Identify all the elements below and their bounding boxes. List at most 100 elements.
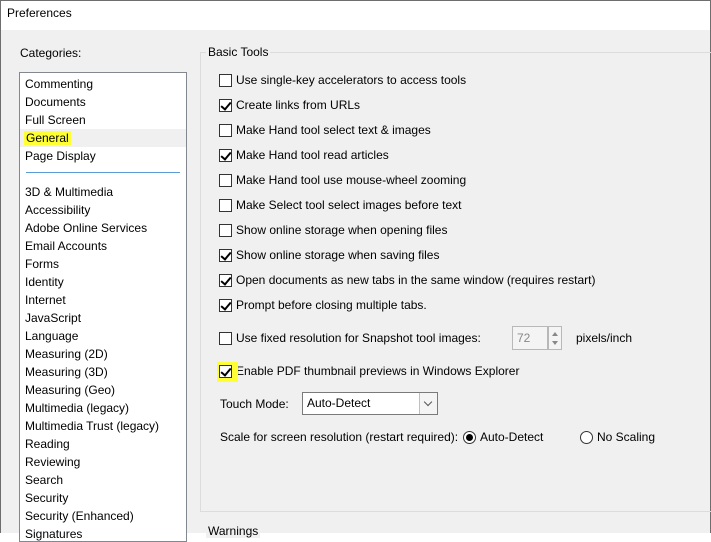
basic-tools-option[interactable]: Show online storage when saving files bbox=[219, 247, 439, 263]
option-checkbox[interactable] bbox=[219, 73, 232, 87]
snapshot-resolution-checkbox[interactable] bbox=[219, 331, 232, 345]
basic-tools-option[interactable]: Open documents as new tabs in the same w… bbox=[219, 272, 596, 288]
basic-tools-option[interactable]: Use single-key accelerators to access to… bbox=[219, 72, 466, 88]
touch-mode-select[interactable]: Auto-Detect bbox=[302, 392, 438, 415]
category-item-label: Documents bbox=[25, 95, 86, 109]
scale-no-scaling-label: No Scaling bbox=[597, 430, 656, 444]
category-item[interactable]: Forms bbox=[20, 255, 186, 273]
option-checkbox[interactable] bbox=[219, 273, 232, 287]
category-item-label: Reviewing bbox=[25, 455, 81, 469]
category-item-label: Accessibility bbox=[25, 203, 91, 217]
category-item[interactable]: General bbox=[20, 129, 186, 147]
category-item[interactable]: Language bbox=[20, 327, 186, 345]
snapshot-resolution-label: Use fixed resolution for Snapshot tool i… bbox=[236, 331, 481, 345]
category-item[interactable]: Adobe Online Services bbox=[20, 219, 186, 237]
category-item[interactable]: Internet bbox=[20, 291, 186, 309]
snapshot-resolution-option[interactable]: Use fixed resolution for Snapshot tool i… bbox=[219, 330, 481, 346]
category-item-label: Search bbox=[25, 473, 64, 487]
category-item[interactable]: Full Screen bbox=[20, 111, 186, 129]
categories-list[interactable]: Commenting Documents Full Screen General Pag… bbox=[19, 72, 187, 542]
snapshot-units-label: pixels/inch bbox=[576, 331, 633, 345]
scale-auto-detect-option[interactable]: Auto-Detect bbox=[463, 429, 543, 445]
option-checkbox[interactable] bbox=[219, 148, 232, 162]
category-item[interactable]: Reading bbox=[20, 435, 186, 453]
preferences-dialog: Preferences Categories: Commenting Docume… bbox=[0, 0, 711, 542]
category-item-label: Multimedia Trust (legacy) bbox=[25, 419, 160, 433]
scale-label: Scale for screen resolution (restart req… bbox=[220, 430, 459, 444]
scale-no-scaling-option[interactable]: No Scaling bbox=[580, 429, 655, 445]
category-item-label: Identity bbox=[25, 275, 64, 289]
basic-tools-title: Basic Tools bbox=[206, 45, 271, 59]
basic-tools-option[interactable]: Make Hand tool select text & images bbox=[219, 122, 431, 138]
basic-tools-option[interactable]: Make Hand tool use mouse-wheel zooming bbox=[219, 172, 466, 188]
category-item-label: Measuring (3D) bbox=[25, 365, 108, 379]
option-label: Make Hand tool use mouse-wheel zooming bbox=[236, 173, 467, 187]
basic-tools-option[interactable]: Prompt before closing multiple tabs. bbox=[219, 297, 427, 313]
option-checkbox[interactable] bbox=[219, 173, 232, 187]
touch-mode-value: Auto-Detect bbox=[307, 396, 371, 410]
category-item-label: Security bbox=[25, 491, 69, 505]
category-item[interactable]: Page Display bbox=[20, 147, 186, 165]
option-label: Open documents as new tabs in the same w… bbox=[236, 273, 596, 287]
warnings-title: Warnings bbox=[206, 524, 261, 538]
option-label: Make Hand tool select text & images bbox=[236, 123, 431, 137]
option-label: Prompt before closing multiple tabs. bbox=[236, 298, 427, 312]
scale-auto-detect-radio[interactable] bbox=[463, 430, 476, 444]
category-item[interactable]: Measuring (2D) bbox=[20, 345, 186, 363]
category-item[interactable]: Signatures bbox=[20, 525, 186, 541]
category-item-label: Internet bbox=[25, 293, 66, 307]
basic-tools-option[interactable]: Show online storage when opening files bbox=[219, 222, 447, 238]
snapshot-resolution-input[interactable]: 72 bbox=[512, 326, 548, 350]
category-item[interactable]: Security bbox=[20, 489, 186, 507]
option-label: Make Select tool select images before te… bbox=[236, 198, 462, 212]
categories-label: Categories: bbox=[20, 46, 82, 60]
option-checkbox[interactable] bbox=[219, 223, 232, 237]
category-item[interactable]: 3D & Multimedia bbox=[20, 183, 186, 201]
basic-tools-option[interactable]: Make Hand tool read articles bbox=[219, 147, 389, 163]
category-item[interactable]: Measuring (Geo) bbox=[20, 381, 186, 399]
basic-tools-option[interactable]: Make Select tool select images before te… bbox=[219, 197, 461, 213]
category-item-label: JavaScript bbox=[25, 311, 82, 325]
basic-tools-option[interactable]: Create links from URLs bbox=[219, 97, 360, 113]
category-item-label: Measuring (Geo) bbox=[25, 383, 116, 397]
category-item[interactable]: Email Accounts bbox=[20, 237, 186, 255]
option-label: Use single-key accelerators to access to… bbox=[236, 73, 467, 87]
spin-up-icon[interactable] bbox=[552, 332, 558, 336]
option-label: Show online storage when saving files bbox=[236, 248, 440, 262]
category-item-label: Measuring (2D) bbox=[25, 347, 108, 361]
chevron-down-icon[interactable] bbox=[419, 393, 437, 414]
option-checkbox[interactable] bbox=[219, 198, 232, 212]
thumbnail-preview-option[interactable]: Enable PDF thumbnail previews in Windows… bbox=[217, 361, 519, 382]
spin-down-icon[interactable] bbox=[552, 341, 558, 345]
option-label: Create links from URLs bbox=[236, 98, 361, 112]
category-item[interactable]: Multimedia Trust (legacy) bbox=[20, 417, 186, 435]
category-item-label: Page Display bbox=[25, 149, 96, 163]
category-item[interactable]: Reviewing bbox=[20, 453, 186, 471]
option-label: Show online storage when opening files bbox=[236, 223, 448, 237]
snapshot-resolution-stepper[interactable] bbox=[548, 326, 562, 350]
category-item[interactable]: Identity bbox=[20, 273, 186, 291]
category-item[interactable]: Measuring (3D) bbox=[20, 363, 186, 381]
category-item-label: Adobe Online Services bbox=[25, 221, 148, 235]
category-item[interactable]: Documents bbox=[20, 93, 186, 111]
option-label: Make Hand tool read articles bbox=[236, 148, 389, 162]
option-checkbox[interactable] bbox=[219, 98, 232, 112]
scale-no-scaling-radio[interactable] bbox=[580, 430, 593, 444]
category-item[interactable]: Search bbox=[20, 471, 186, 489]
option-checkbox[interactable] bbox=[219, 298, 232, 312]
categories-separator bbox=[26, 172, 180, 173]
category-item-label: Security (Enhanced) bbox=[25, 509, 134, 523]
category-item-label: General bbox=[24, 131, 71, 145]
category-item-label: Language bbox=[25, 329, 79, 343]
category-item[interactable]: Security (Enhanced) bbox=[20, 507, 186, 525]
category-item[interactable]: Multimedia (legacy) bbox=[20, 399, 186, 417]
category-item-label: Multimedia (legacy) bbox=[25, 401, 130, 415]
category-item[interactable]: JavaScript bbox=[20, 309, 186, 327]
category-item[interactable]: Accessibility bbox=[20, 201, 186, 219]
title-bar[interactable]: Preferences bbox=[1, 1, 710, 30]
category-item-label: Reading bbox=[25, 437, 70, 451]
thumbnail-preview-checkbox[interactable] bbox=[219, 364, 232, 378]
category-item[interactable]: Commenting bbox=[20, 75, 186, 93]
option-checkbox[interactable] bbox=[219, 123, 232, 137]
option-checkbox[interactable] bbox=[219, 248, 232, 262]
